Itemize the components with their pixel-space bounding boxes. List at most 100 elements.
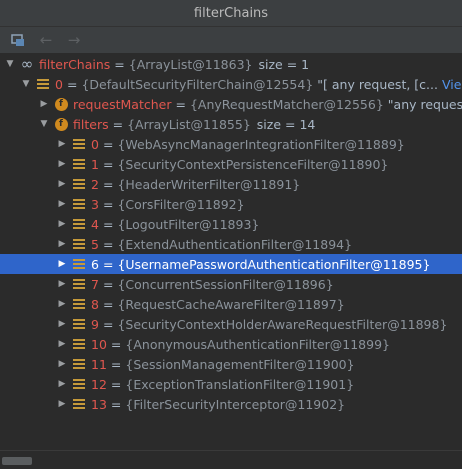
variable-value: {ExceptionTranslationFilter@11901} [125, 376, 355, 392]
tree-row-filter-item[interactable]: ▶ 2 = {HeaderWriterFilter@11891} [0, 174, 462, 194]
to-string-value: "any request" [387, 96, 462, 112]
variable-name: 11 [91, 356, 107, 372]
tree-row-filter-item[interactable]: ▶ 0 = {WebAsyncManagerIntegrationFilter@… [0, 134, 462, 154]
equals-sign: = [112, 116, 124, 132]
tree-row-filter-item[interactable]: ▶ 3 = {CorsFilter@11892} [0, 194, 462, 214]
variable-value: {ConcurrentSessionFilter@11896} [117, 276, 334, 292]
variable-value: {AnyRequestMatcher@12556} [189, 96, 384, 112]
tree-row-filter-item[interactable]: ▶ 7 = {ConcurrentSessionFilter@11896} [0, 274, 462, 294]
variables-tree: ▼ ∞ filterChains = {ArrayList@11863} siz… [0, 54, 462, 450]
expand-arrow-icon[interactable]: ▶ [56, 339, 68, 349]
restore-layout-icon[interactable] [6, 29, 30, 51]
variable-value: {DefaultSecurityFilterChain@12554} [81, 76, 314, 92]
variable-name: 0 [91, 136, 99, 152]
tree-row-filterChains[interactable]: ▼ ∞ filterChains = {ArrayList@11863} siz… [0, 54, 462, 74]
variable-name: 8 [91, 296, 99, 312]
equals-sign: = [110, 396, 122, 412]
expand-arrow-icon[interactable]: ▶ [56, 279, 68, 289]
window-title-bar: filterChains [0, 0, 462, 27]
variable-value: {HeaderWriterFilter@11891} [117, 176, 301, 192]
list-item-icon [72, 357, 86, 371]
window-title: filterChains [193, 5, 269, 21]
variable-name: 13 [91, 396, 107, 412]
variable-name: 6 [91, 256, 99, 272]
variable-name: 0 [55, 76, 63, 92]
tree-row-filter-item[interactable]: ▶ 13 = {FilterSecurityInterceptor@11902} [0, 394, 462, 414]
variable-name: 5 [91, 236, 99, 252]
equals-sign: = [102, 256, 114, 272]
variable-value: {UsernamePasswordAuthenticationFilter@11… [117, 256, 431, 272]
variable-name: filters [73, 116, 109, 132]
equals-sign: = [102, 216, 114, 232]
tree-row-filter-item[interactable]: ▶ 12 = {ExceptionTranslationFilter@11901… [0, 374, 462, 394]
variable-name: 1 [91, 156, 99, 172]
view-link[interactable]: View [442, 77, 462, 92]
variable-name: 4 [91, 216, 99, 232]
list-item-icon [72, 317, 86, 331]
size-label: size = 1 [258, 56, 310, 72]
expand-arrow-icon[interactable]: ▶ [56, 259, 68, 269]
tree-row-filter-item[interactable]: ▶ 6 = {UsernamePasswordAuthenticationFil… [0, 254, 462, 274]
variable-value: {ArrayList@11855} [127, 116, 251, 132]
scrollbar-thumb[interactable] [2, 457, 32, 465]
expand-arrow-icon[interactable]: ▶ [56, 299, 68, 309]
variable-name: 9 [91, 316, 99, 332]
tree-row-filter-item[interactable]: ▶ 5 = {ExtendAuthenticationFilter@11894} [0, 234, 462, 254]
back-arrow-icon[interactable]: ← [34, 29, 58, 51]
list-item-icon [72, 197, 86, 211]
forward-arrow-icon[interactable]: → [62, 29, 86, 51]
equals-sign: = [102, 316, 114, 332]
expand-arrow-icon[interactable]: ▼ [20, 79, 32, 89]
variable-value: {WebAsyncManagerIntegrationFilter@11889} [117, 136, 405, 152]
tree-row-filter-item[interactable]: ▶ 9 = {SecurityContextHolderAwareRequest… [0, 314, 462, 334]
list-item-icon [72, 157, 86, 171]
expand-arrow-icon[interactable]: ▶ [56, 319, 68, 329]
expand-arrow-icon[interactable]: ▶ [56, 379, 68, 389]
tree-row-filter-item[interactable]: ▶ 8 = {RequestCacheAwareFilter@11897} [0, 294, 462, 314]
expand-arrow-icon[interactable]: ▶ [56, 359, 68, 369]
list-item-icon [72, 217, 86, 231]
equals-sign: = [102, 296, 114, 312]
expand-arrow-icon[interactable]: ▶ [56, 179, 68, 189]
tree-row-requestMatcher[interactable]: ▶ f requestMatcher = {AnyRequestMatcher@… [0, 94, 462, 114]
expand-arrow-icon[interactable]: ▶ [56, 239, 68, 249]
variable-name: requestMatcher [73, 96, 172, 112]
list-item-icon [72, 377, 86, 391]
variable-name: filterChains [39, 56, 111, 72]
expand-arrow-icon[interactable]: ▶ [56, 399, 68, 409]
list-item-icon [72, 137, 86, 151]
variable-value: {RequestCacheAwareFilter@11897} [117, 296, 345, 312]
variable-value: {FilterSecurityInterceptor@11902} [125, 396, 346, 412]
variable-value: {LogoutFilter@11893} [117, 216, 260, 232]
expand-arrow-icon[interactable]: ▼ [4, 59, 16, 69]
tree-row-filter-item[interactable]: ▶ 4 = {LogoutFilter@11893} [0, 214, 462, 234]
tree-row-filters[interactable]: ▼ f filters = {ArrayList@11855} size = 1… [0, 114, 462, 134]
to-string-value: "[ any request, [c... [317, 76, 438, 92]
expand-arrow-icon[interactable]: ▶ [56, 199, 68, 209]
equals-sign: = [66, 76, 78, 92]
variable-value: {ArrayList@11863} [128, 56, 253, 72]
variable-value: {SessionManagementFilter@11900} [125, 356, 355, 372]
expand-arrow-icon[interactable]: ▶ [56, 139, 68, 149]
variable-name: 2 [91, 176, 99, 192]
tree-row-filter-item[interactable]: ▶ 11 = {SessionManagementFilter@11900} [0, 354, 462, 374]
tree-row-filter-item[interactable]: ▶ 1 = {SecurityContextPersistenceFilter@… [0, 154, 462, 174]
field-icon: f [54, 97, 68, 111]
equals-sign: = [102, 136, 114, 152]
equals-sign: = [102, 276, 114, 292]
equals-sign: = [102, 196, 114, 212]
tree-row-filter-item[interactable]: ▶ 10 = {AnonymousAuthenticationFilter@11… [0, 334, 462, 354]
expand-arrow-icon[interactable]: ▶ [38, 99, 50, 109]
equals-sign: = [110, 356, 122, 372]
horizontal-scrollbar[interactable] [0, 450, 462, 469]
list-item-icon [72, 397, 86, 411]
variable-value: {SecurityContextHolderAwareRequestFilter… [117, 316, 448, 332]
tree-row-chain-0[interactable]: ▼ 0 = {DefaultSecurityFilterChain@12554}… [0, 74, 462, 94]
expand-arrow-icon[interactable]: ▶ [56, 159, 68, 169]
equals-sign: = [110, 376, 122, 392]
watch-infinity-icon: ∞ [20, 55, 34, 73]
list-item-icon [72, 277, 86, 291]
expand-arrow-icon[interactable]: ▶ [56, 219, 68, 229]
expand-arrow-icon[interactable]: ▼ [38, 119, 50, 129]
equals-sign: = [102, 156, 114, 172]
